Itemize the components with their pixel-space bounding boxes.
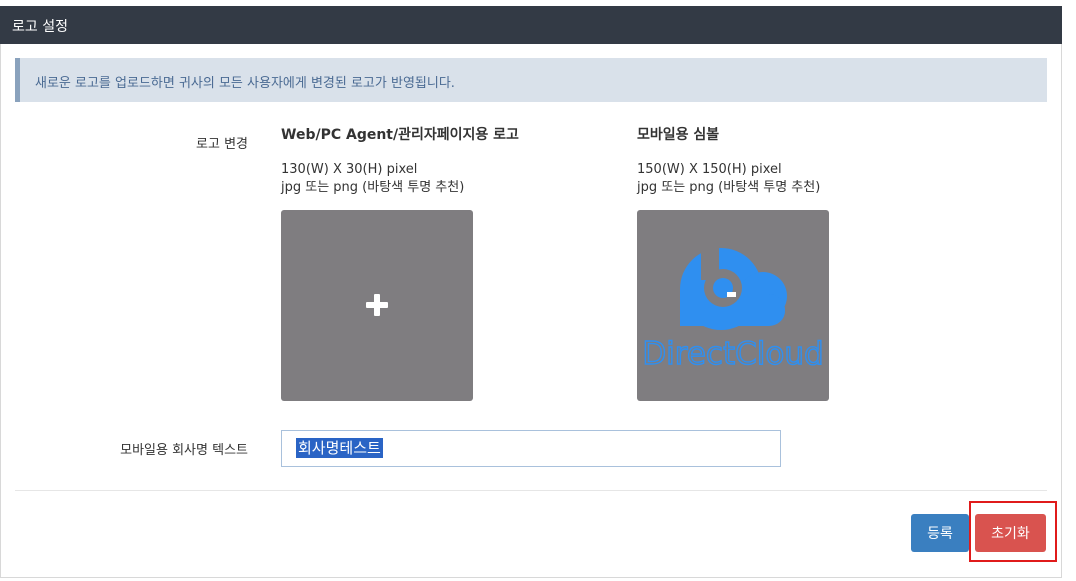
mobile-symbol-upload[interactable]: DirectCloud — [637, 210, 829, 401]
mobile-symbol-size: 150(W) X 150(H) pixel — [637, 162, 782, 177]
directcloud-logo: DirectCloud — [642, 242, 824, 373]
web-logo-column: Web/PC Agent/관리자페이지용 로고 130(W) X 30(H) p… — [281, 124, 519, 197]
mobile-symbol-column: 모바일용 심볼 150(W) X 150(H) pixel jpg 또는 png… — [637, 124, 820, 197]
company-text-label: 모바일용 회사명 텍스트 — [120, 443, 248, 458]
plus-icon — [366, 294, 388, 316]
mobile-symbol-spec: 150(W) X 150(H) pixel jpg 또는 png (바탕색 투명… — [637, 161, 820, 197]
page-title: 로고 설정 — [12, 19, 68, 35]
company-name-input[interactable]: 회사명테스트 — [281, 430, 781, 467]
mobile-symbol-title: 모바일용 심볼 — [637, 127, 720, 143]
logo-change-label: 로고 변경 — [196, 137, 248, 152]
directcloud-logo-text: DirectCloud — [642, 336, 823, 372]
company-name-value: 회사명테스트 — [296, 438, 383, 458]
header-bar: 로고 설정 — [0, 6, 1062, 44]
web-logo-upload[interactable] — [281, 210, 473, 401]
notice-box: 새로운 로고를 업로드하면 귀사의 모든 사용자에게 변경된 로고가 반영됩니다… — [15, 58, 1047, 102]
web-logo-title: Web/PC Agent/관리자페이지용 로고 — [281, 127, 519, 143]
web-logo-format: jpg 또는 png (바탕색 투명 추천) — [281, 180, 465, 195]
register-button[interactable]: 등록 — [911, 514, 969, 552]
web-logo-size: 130(W) X 30(H) pixel — [281, 162, 418, 177]
reset-button-highlight — [969, 501, 1057, 562]
notice-text: 새로운 로고를 업로드하면 귀사의 모든 사용자에게 변경된 로고가 반영됩니다… — [35, 76, 455, 91]
divider — [15, 490, 1047, 491]
web-logo-spec: 130(W) X 30(H) pixel jpg 또는 png (바탕색 투명 … — [281, 161, 519, 197]
mobile-symbol-format: jpg 또는 png (바탕색 투명 추천) — [637, 180, 821, 195]
